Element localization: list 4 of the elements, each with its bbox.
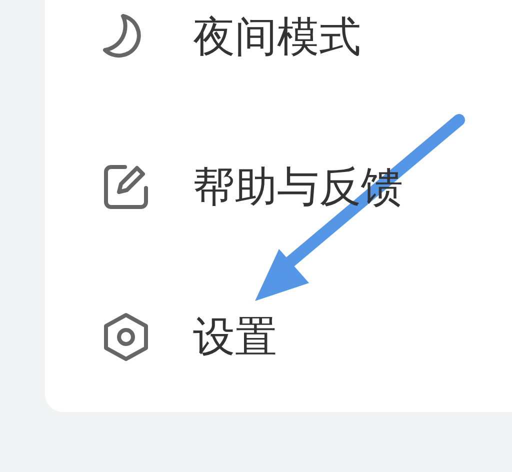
menu-item[interactable]: 夜间模式 xyxy=(193,9,361,65)
edit-icon xyxy=(101,162,151,212)
settings-icon xyxy=(101,312,151,362)
menu-item[interactable]: 设置 xyxy=(193,309,277,365)
